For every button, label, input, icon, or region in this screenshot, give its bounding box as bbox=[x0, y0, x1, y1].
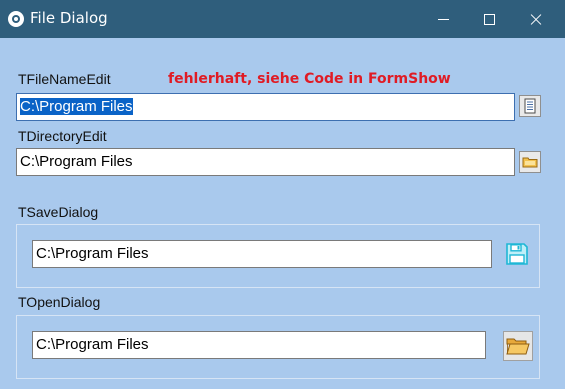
open-dialog-input[interactable]: C:\Program Files bbox=[32, 331, 486, 359]
directory-browse-button[interactable] bbox=[519, 151, 541, 173]
directory-edit-input[interactable]: C:\Program Files bbox=[16, 148, 515, 176]
filename-edit-label: TFileNameEdit bbox=[18, 71, 111, 87]
maximize-icon[interactable] bbox=[466, 0, 512, 38]
paw-icon[interactable] bbox=[8, 11, 24, 27]
file-dialog-window: File Dialog TFileNameEdit fehlerhaft, si… bbox=[0, 0, 565, 389]
warning-text: fehlerhaft, siehe Code in FormShow bbox=[168, 71, 451, 87]
save-dialog-input[interactable]: C:\Program Files bbox=[32, 240, 492, 268]
save-dialog-value: C:\Program Files bbox=[36, 245, 149, 262]
folder-small-icon bbox=[520, 152, 540, 172]
minimize-icon[interactable] bbox=[420, 0, 466, 38]
directory-edit-value: C:\Program Files bbox=[20, 153, 133, 170]
filename-edit-value: C:\Program Files bbox=[20, 98, 133, 115]
floppy-disk-icon[interactable] bbox=[505, 242, 529, 266]
open-dialog-value: C:\Program Files bbox=[36, 336, 149, 353]
filename-edit-input[interactable]: C:\Program Files bbox=[16, 93, 515, 121]
open-folder-icon bbox=[506, 335, 530, 357]
title-bar[interactable]: File Dialog bbox=[0, 0, 565, 38]
open-dialog-label: TOpenDialog bbox=[18, 294, 101, 310]
window-title: File Dialog bbox=[30, 9, 108, 27]
open-dialog-button[interactable] bbox=[503, 331, 533, 361]
directory-edit-label: TDirectoryEdit bbox=[18, 128, 107, 144]
save-dialog-label: TSaveDialog bbox=[18, 204, 99, 220]
close-icon[interactable] bbox=[513, 0, 559, 38]
file-list-icon bbox=[520, 96, 540, 116]
filename-browse-button[interactable] bbox=[519, 95, 541, 117]
